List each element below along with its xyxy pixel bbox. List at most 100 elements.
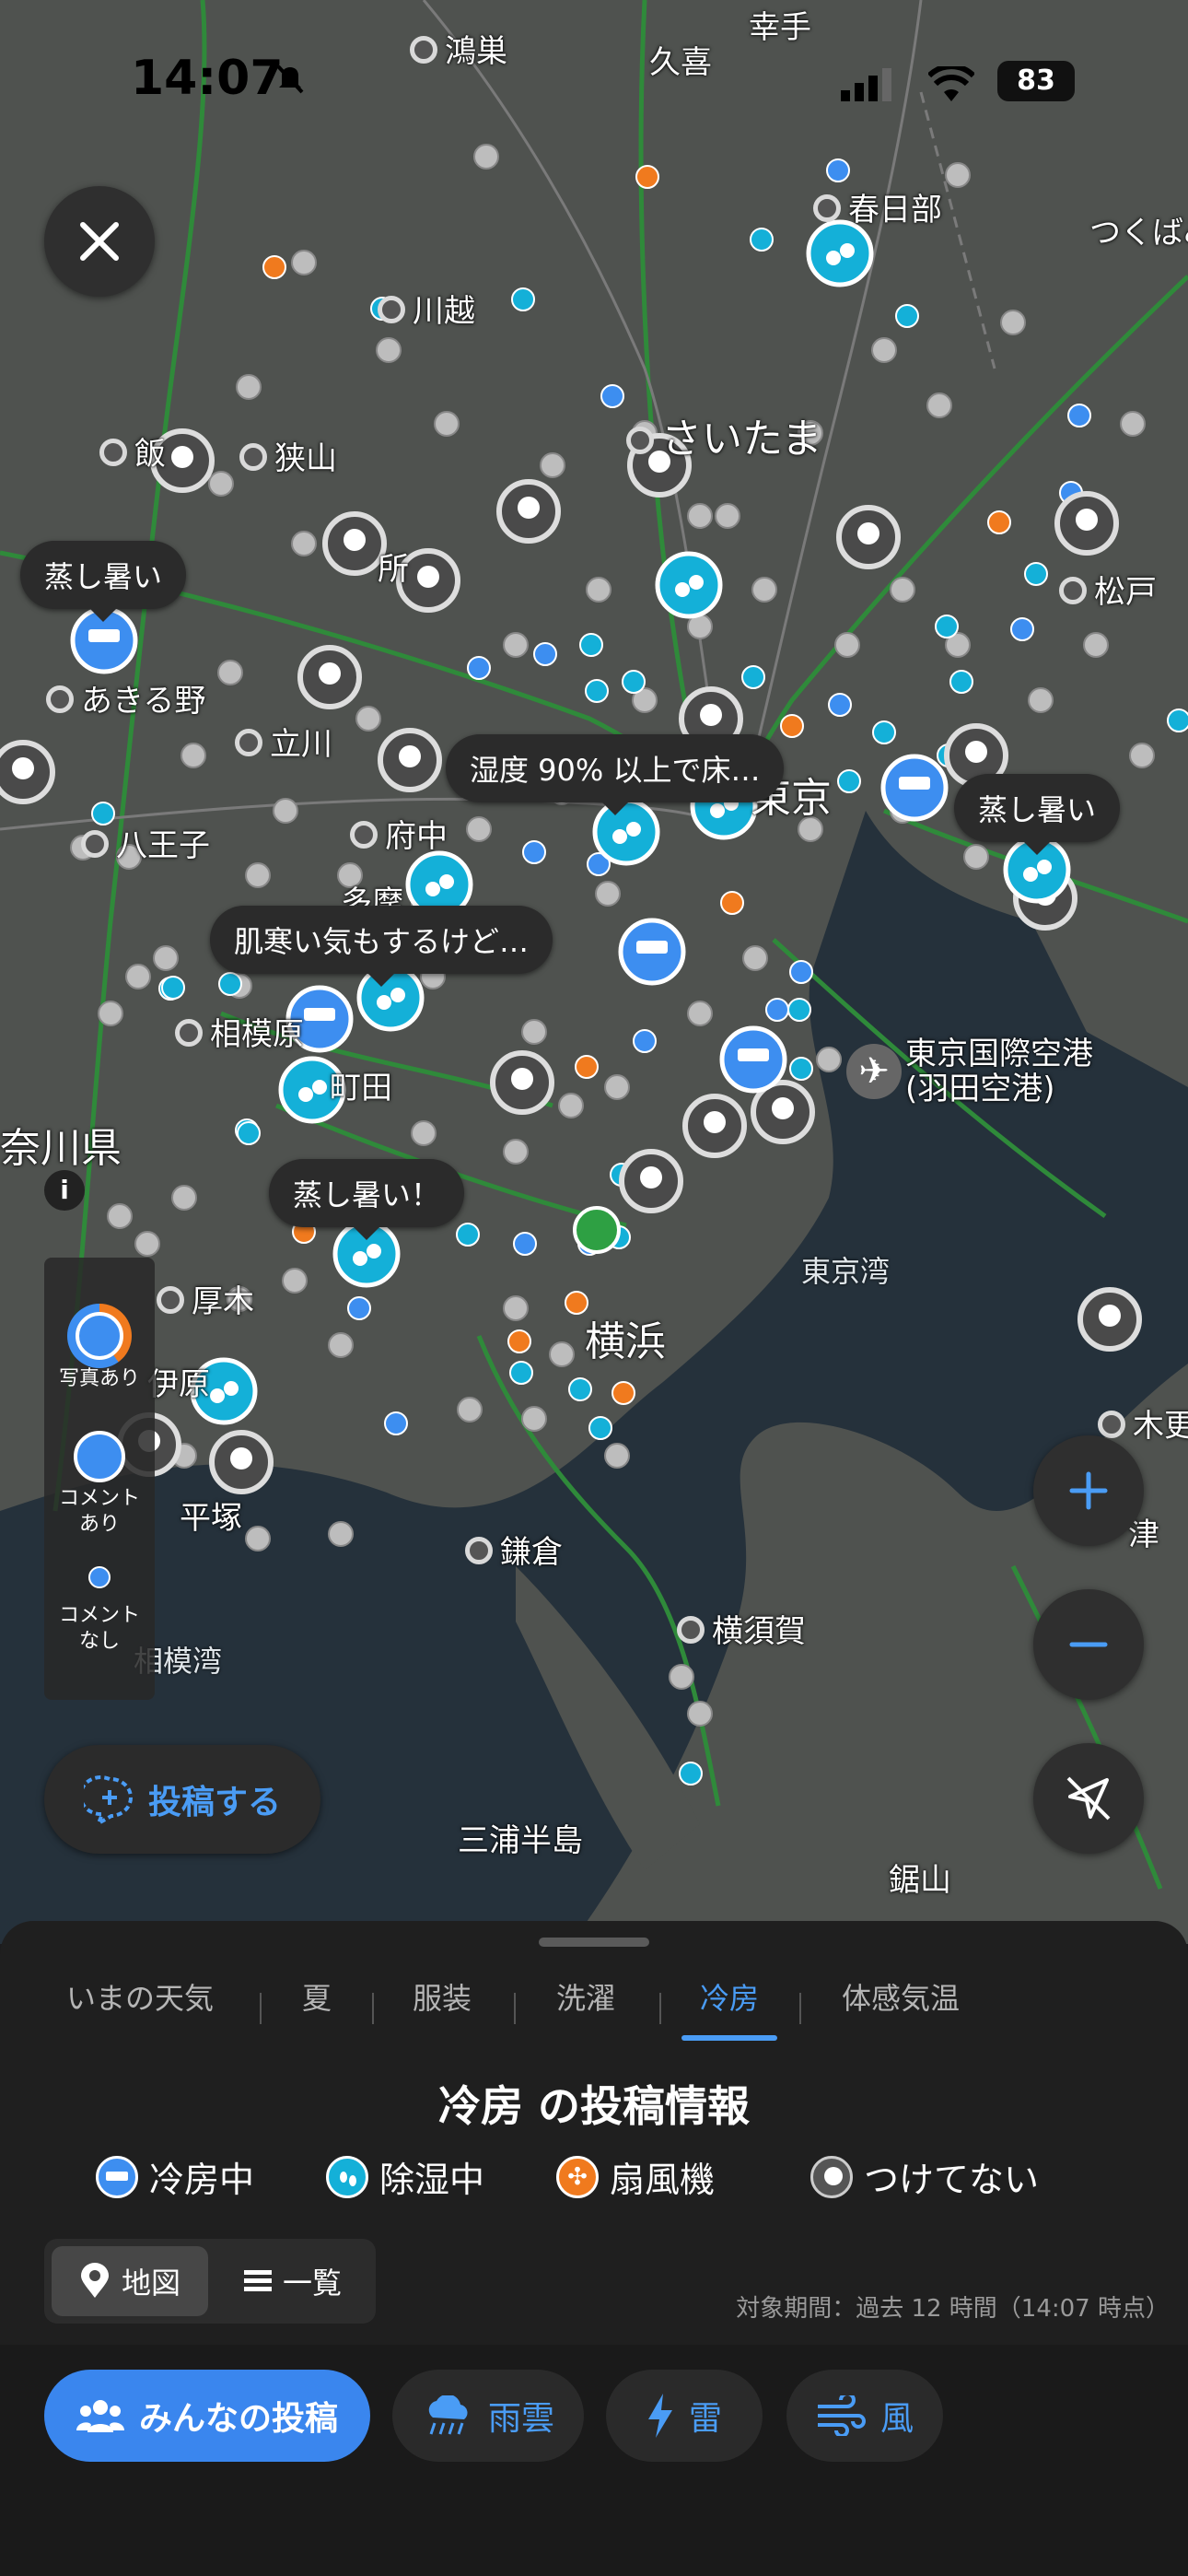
place-hiratsuka: 平塚 — [180, 1500, 242, 1537]
wind-icon — [817, 2395, 866, 2436]
place-haneda-airport: 東京国際空港 (羽田空港) — [905, 1036, 1093, 1107]
sheet-handle[interactable] — [539, 1938, 649, 1947]
place-kamakura: 鎌倉 — [465, 1527, 563, 1572]
callout-comment[interactable]: 肌寒い気もするけど… — [210, 906, 553, 987]
place-nokogiriyama: 鋸山 — [889, 1862, 951, 1899]
layer-rain-label: 雨雲 — [487, 2400, 554, 2438]
close-icon — [80, 222, 119, 261]
fan-icon: ✣ — [556, 2155, 599, 2198]
place-tokorozawa: 所 — [378, 551, 409, 588]
target-period: 対象期間：過去 12 時間（14:07 時点） — [736, 2295, 1170, 2323]
category-legend: 冷房中 除湿中 ✣ 扇風機 つけてない — [0, 2151, 1188, 2207]
place-kanagawa: 奈川県 — [0, 1125, 122, 1172]
tab-summer[interactable]: 夏 — [302, 1976, 332, 2059]
callout-comment[interactable]: 蒸し暑い — [954, 774, 1121, 855]
category-fan: ✣ 扇風機 — [556, 2151, 715, 2202]
place-tokyo-bay: 東京湾 — [801, 1254, 891, 1289]
bottom-sheet: いまの天気 夏 服装 洗濯 冷房 体感気温 冷房 の投稿情報 冷房中 除湿中 ✣… — [0, 1921, 1188, 2576]
place-hanno: 飯 — [99, 428, 166, 474]
close-button[interactable] — [44, 186, 155, 297]
people-icon — [76, 2400, 124, 2432]
fan-marker[interactable] — [573, 1206, 621, 1254]
place-yokosuka: 横須賀 — [677, 1606, 806, 1651]
legend-no-comment-label: コメント なし — [58, 1604, 140, 1653]
place-sagamihara: 相模原 — [175, 1009, 304, 1054]
airport-icon: ✈ — [846, 1044, 902, 1099]
layer-wind-label: 風 — [879, 2400, 914, 2438]
hand-fan-icon — [810, 2155, 853, 2198]
silent-bell-icon — [273, 61, 308, 96]
tab-feels-like[interactable]: 体感気温 — [842, 1976, 960, 2059]
category-cooling: 冷房中 — [96, 2151, 254, 2202]
view-toggle: 地図 一覧 — [44, 2239, 376, 2324]
list-icon — [243, 2270, 272, 2291]
photo-marker-icon — [67, 1304, 132, 1368]
category-dehumidify: 除湿中 — [326, 2151, 484, 2202]
tab-separator — [260, 1993, 262, 2024]
weather-map[interactable]: 鴻巣 久喜 幸手 春日部 つくばみ 川越 狭山 飯 さいたま 松戸 所 あきる野… — [0, 0, 1188, 1944]
battery-indicator: 83 — [997, 61, 1075, 101]
place-machida: 町田 — [330, 1070, 392, 1107]
map-view-button[interactable]: 地図 — [52, 2246, 208, 2316]
rain-cloud-icon — [428, 2395, 468, 2435]
place-isehara: 伊原 — [147, 1366, 210, 1403]
status-time: 14:07 — [131, 51, 284, 106]
layer-rain-chip[interactable]: 雨雲 — [392, 2370, 584, 2462]
category-off: つけてない — [810, 2151, 1039, 2202]
place-kawagoe: 川越 — [378, 286, 475, 331]
marker-legend: 写真あり コメント あり コメント なし — [44, 1258, 155, 1700]
tab-laundry[interactable]: 洗濯 — [556, 1976, 615, 2059]
place-miura-peninsula: 三浦半島 — [458, 1822, 583, 1859]
comment-marker-icon — [74, 1431, 125, 1482]
category-dehumidify-label: 除湿中 — [379, 2160, 485, 2200]
tab-cooling[interactable]: 冷房 — [681, 1976, 778, 2059]
dehumid-markers[interactable] — [190, 219, 1071, 1425]
tab-separator — [372, 1993, 374, 2024]
place-matsudo: 松戸 — [1059, 567, 1157, 612]
place-sayama: 狭山 — [239, 433, 337, 478]
legend-photo-label: 写真あり — [58, 1367, 140, 1390]
callout-comment[interactable]: 湿度 90% 以上で床… — [446, 734, 785, 815]
map-pin-icon — [80, 2263, 109, 2298]
list-view-button[interactable]: 一覧 — [219, 2246, 367, 2316]
place-tachikawa: 立川 — [235, 719, 332, 764]
tab-separator — [799, 1993, 801, 2024]
tab-current-weather[interactable]: いまの天気 — [66, 1976, 214, 2059]
callout-comment[interactable]: 蒸し暑い — [20, 541, 187, 622]
layer-posts-chip[interactable]: みんなの投稿 — [44, 2370, 370, 2462]
tab-clothing[interactable]: 服装 — [413, 1976, 472, 2059]
map-view-label: 地図 — [121, 2266, 181, 2301]
post-button[interactable]: 投稿する — [44, 1745, 320, 1854]
plus-icon — [1069, 1471, 1108, 1510]
water-drops-icon — [326, 2155, 368, 2198]
no-comment-marker-icon — [88, 1566, 111, 1588]
layer-thunder-chip[interactable]: 雷 — [606, 2370, 763, 2462]
place-yokohama: 横浜 — [585, 1318, 666, 1365]
place-akiruno: あきる野 — [46, 675, 205, 720]
layer-wind-chip[interactable]: 風 — [786, 2370, 943, 2462]
zoom-in-button[interactable] — [1033, 1435, 1144, 1546]
section-heading: 冷房 の投稿情報 — [437, 2081, 750, 2131]
category-cooling-label: 冷房中 — [149, 2160, 255, 2200]
location-off-icon — [1066, 1776, 1111, 1821]
place-kasukabe: 春日部 — [813, 184, 942, 229]
layer-posts-label: みんなの投稿 — [138, 2400, 338, 2438]
place-atsugi: 厚木 — [157, 1276, 254, 1321]
minus-icon — [1069, 1642, 1108, 1647]
zoom-out-button[interactable] — [1033, 1589, 1144, 1700]
layer-thunder-label: 雷 — [688, 2400, 722, 2438]
category-off-label: つけてない — [864, 2160, 1040, 2200]
legend-comment-label: コメント あり — [58, 1487, 140, 1536]
battery-level: 83 — [1017, 64, 1055, 97]
current-location-button[interactable] — [1033, 1743, 1144, 1854]
tab-separator — [514, 1993, 516, 2024]
lightning-icon — [647, 2394, 672, 2438]
category-fan-label: 扇風機 — [610, 2160, 716, 2200]
callout-comment[interactable]: 蒸し暑い！ — [269, 1159, 465, 1240]
category-tabs: いまの天気 夏 服装 洗濯 冷房 体感気温 — [0, 1976, 1188, 2059]
place-hachioji: 八王子 — [81, 820, 210, 865]
list-view-label: 一覧 — [282, 2266, 342, 2301]
place-kisarazu: 木更 — [1098, 1400, 1188, 1446]
post-button-label: 投稿する — [147, 1784, 281, 1821]
info-icon[interactable]: i — [44, 1170, 85, 1211]
